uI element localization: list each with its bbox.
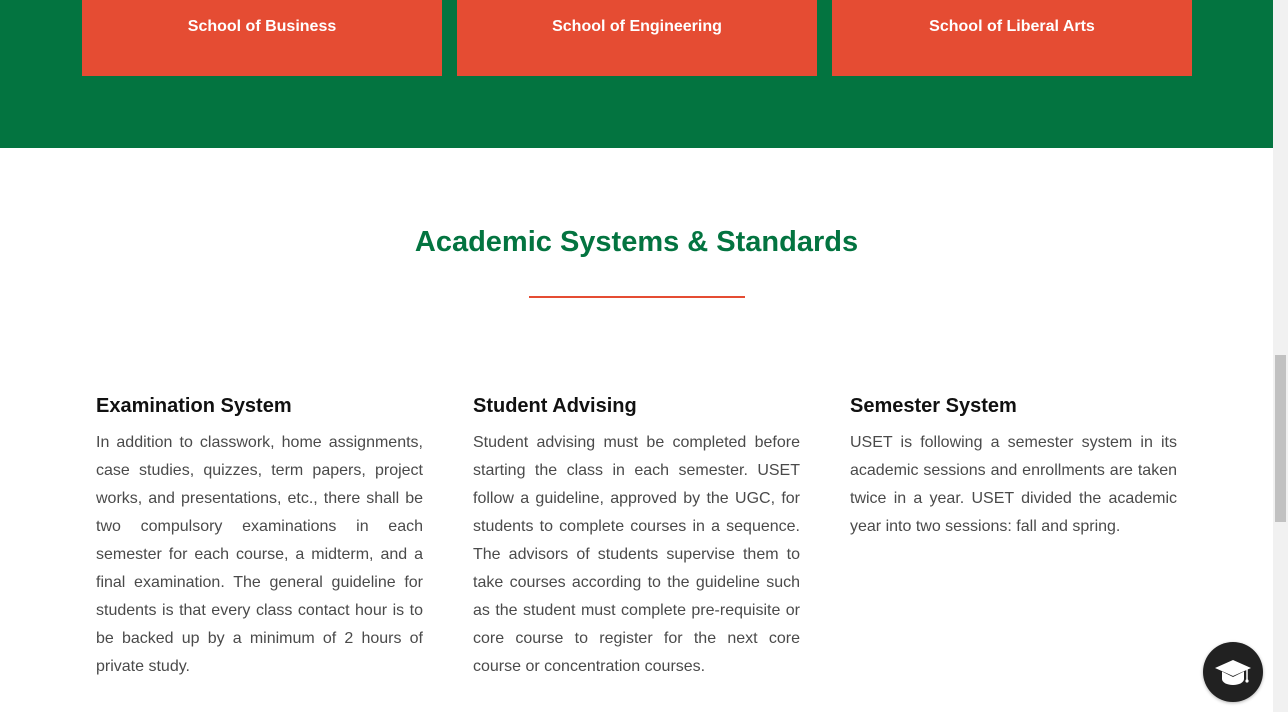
- column-heading: Student Advising: [473, 395, 637, 417]
- page: School of Business School of Engineering…: [0, 0, 1288, 712]
- column-semester-system: Semester System USET is following a seme…: [850, 392, 1177, 541]
- school-card-label: School of Liberal Arts: [929, 18, 1095, 35]
- title-divider: [529, 296, 745, 298]
- schools-band: School of Business School of Engineering…: [0, 0, 1273, 148]
- column-examination-system: Examination System In addition to classw…: [96, 392, 423, 681]
- column-text: Student advising must be completed befor…: [473, 434, 800, 675]
- column-student-advising: Student Advising Student advising must b…: [473, 392, 800, 681]
- column-heading: Examination System: [96, 395, 292, 417]
- section-title: Academic Systems & Standards: [414, 226, 859, 258]
- graduation-cap-icon: [1215, 660, 1251, 685]
- school-card-liberal-arts[interactable]: School of Liberal Arts: [832, 0, 1192, 76]
- school-card-label: School of Business: [187, 18, 337, 35]
- school-card-business[interactable]: School of Business: [82, 0, 442, 76]
- column-text: USET is following a semester system in i…: [850, 434, 1177, 535]
- school-card-label: School of Engineering: [552, 18, 722, 35]
- scrollbar-thumb[interactable]: [1275, 355, 1286, 522]
- column-heading: Semester System: [850, 395, 1017, 417]
- school-card-engineering[interactable]: School of Engineering: [457, 0, 817, 76]
- column-text: In addition to classwork, home assignmen…: [96, 434, 423, 675]
- page-content: School of Business School of Engineering…: [0, 0, 1273, 712]
- vertical-scrollbar[interactable]: [1273, 0, 1288, 712]
- floating-action-button[interactable]: [1203, 642, 1263, 702]
